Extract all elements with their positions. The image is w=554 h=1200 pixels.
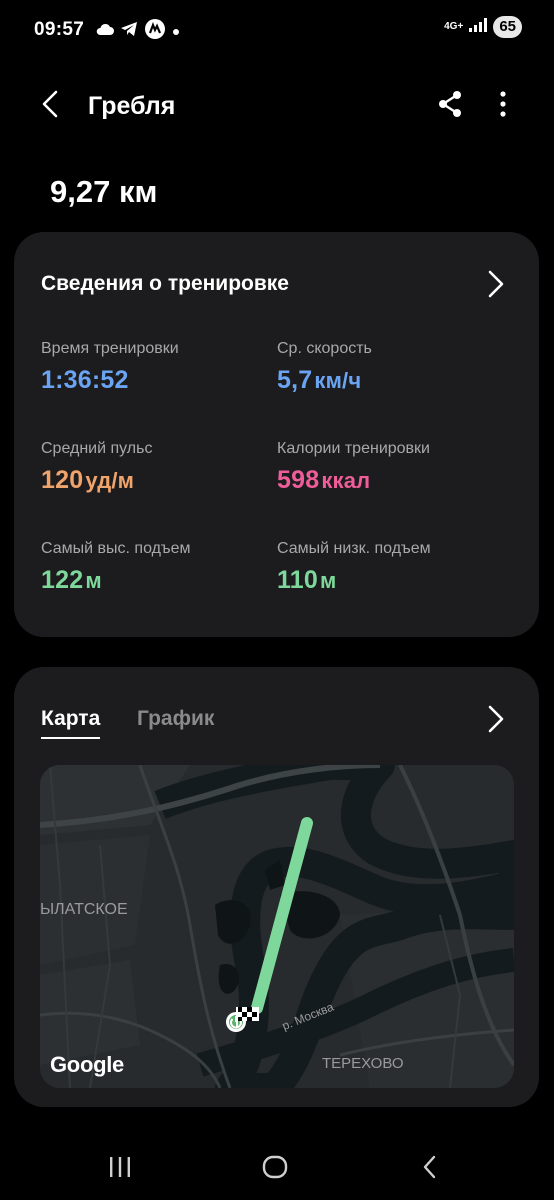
share-button[interactable] (432, 88, 468, 124)
back-icon (40, 89, 60, 124)
status-time: 09:57 (34, 19, 85, 40)
page-title: Гребля (88, 92, 176, 120)
stat-value: 120уд/м (41, 466, 135, 494)
map-open-button[interactable] (481, 703, 511, 739)
google-attribution: Google (50, 1052, 124, 1077)
chevron-right-icon (487, 704, 505, 739)
back-button[interactable] (32, 88, 68, 124)
map-card: Карта График ЫЛАТСКОЕ р. Москва ТЕРЕХОВО… (14, 667, 539, 1107)
route-line (251, 817, 313, 1014)
stat-label: Время тренировки (41, 340, 179, 357)
home-button[interactable] (253, 1153, 297, 1185)
tab-chart[interactable]: График (137, 707, 214, 731)
map-label-district-bottom: ТЕРЕХОВО (322, 1055, 404, 1072)
workout-details-open-button[interactable] (481, 268, 511, 304)
tab-map[interactable]: Карта (41, 707, 101, 739)
stat-label: Самый выс. подъем (41, 540, 191, 557)
total-distance: 9,27 км (50, 174, 158, 209)
share-icon (437, 90, 463, 123)
stat-value: 122м (41, 566, 102, 594)
cloud-icon (96, 22, 114, 41)
back-nav-icon (422, 1155, 438, 1184)
stat-label: Самый низк. подъем (277, 540, 431, 557)
stat-value: 5,7км/ч (277, 366, 362, 394)
stat-value: 110м (277, 566, 337, 594)
app-icon (144, 18, 166, 45)
app-header: Гребля (0, 80, 554, 132)
stat-avg-speed: Ср. скорость 5,7км/ч (277, 340, 507, 395)
more-icon (500, 90, 506, 122)
stat-workout-time: Время тренировки 1:36:52 (41, 340, 271, 395)
telegram-icon (120, 21, 138, 42)
stat-max-elevation: Самый выс. подъем 122м (41, 540, 271, 595)
status-system-icons: 4G+ 65 (444, 16, 522, 38)
more-options-button[interactable] (488, 88, 518, 124)
stat-value: 598ккал (277, 466, 371, 494)
home-icon (262, 1155, 288, 1184)
stat-label: Калории тренировки (277, 440, 430, 457)
system-back-button[interactable] (408, 1153, 452, 1185)
stat-min-elevation: Самый низк. подъем 110м (277, 540, 507, 595)
workout-details-title: Сведения о тренировке (41, 272, 289, 295)
status-bar: 09:57 4G+ 65 (0, 0, 554, 62)
network-type: 4G+ (444, 21, 464, 32)
map-label-district-left: ЫЛАТСКОЕ (40, 901, 128, 918)
stat-label: Ср. скорость (277, 340, 372, 357)
recent-apps-button[interactable] (98, 1153, 142, 1185)
system-nav-bar (0, 1135, 554, 1200)
workout-details-card[interactable]: Сведения о тренировке Время тренировки 1… (14, 232, 539, 637)
dot-icon (172, 23, 180, 41)
stat-calories: Калории тренировки 598ккал (277, 440, 507, 495)
stat-label: Средний пульс (41, 440, 153, 457)
chevron-right-icon (487, 269, 505, 304)
status-notification-icons (96, 18, 180, 45)
stat-value: 1:36:52 (41, 366, 129, 394)
route-map[interactable]: ЫЛАТСКОЕ р. Москва ТЕРЕХОВО Google (40, 765, 514, 1088)
recent-apps-icon (107, 1156, 133, 1183)
signal-icon (469, 17, 488, 37)
stat-avg-heart-rate: Средний пульс 120уд/м (41, 440, 271, 495)
battery-indicator: 65 (493, 16, 522, 38)
